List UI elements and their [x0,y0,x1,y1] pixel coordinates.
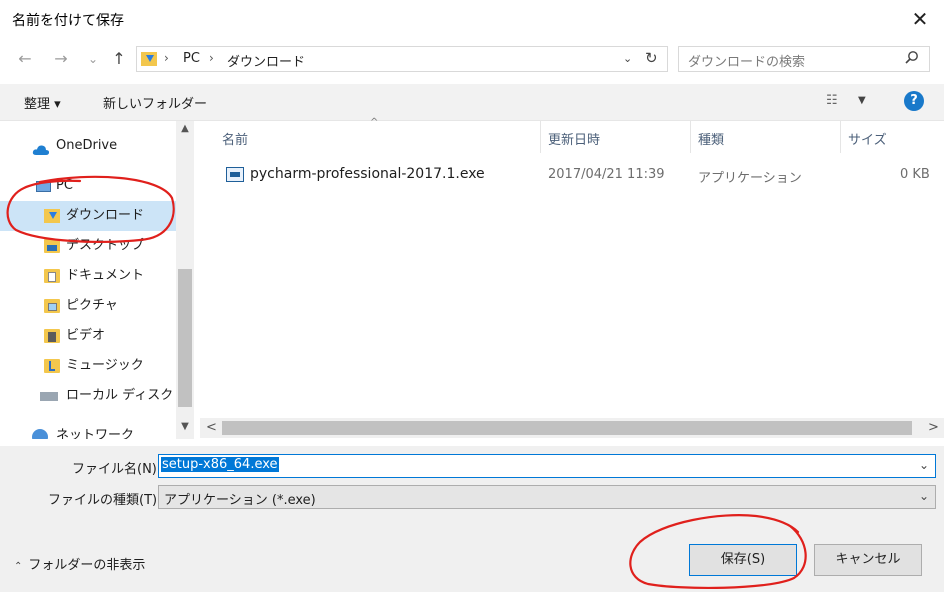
breadcrumb-separator[interactable]: › [164,51,169,65]
cancel-button[interactable]: キャンセル [814,544,922,576]
sidebar-item-videos[interactable]: ビデオ [0,321,176,351]
documents-folder-icon [44,269,60,283]
scroll-thumb[interactable] [178,269,192,407]
sidebar-item-label: ローカル ディスク (C [66,388,192,403]
sidebar-item-label: ドキュメント [66,268,145,283]
navigation-pane: OneDrive PC ダウンロード デスクトップ ドキュメント ピクチャ ビデ… [0,121,196,439]
sidebar-scrollbar[interactable]: ▲ ▼ [176,121,194,439]
videos-folder-icon [44,329,60,343]
sidebar-item-onedrive[interactable]: OneDrive [0,131,176,161]
column-divider[interactable] [690,121,691,153]
pictures-folder-icon [44,299,60,313]
filetype-label: ファイルの種類(T): [48,493,162,508]
sidebar-item-network[interactable]: ネットワーク [0,421,176,439]
scroll-left-icon[interactable]: < [206,420,217,435]
application-file-icon [226,167,244,182]
sidebar-item-label: ネットワーク [56,428,135,439]
new-folder-button[interactable]: 新しいフォルダー [103,93,207,112]
column-header-name[interactable]: 名前 [222,129,248,148]
sidebar-item-label: ビデオ [66,328,106,343]
file-row[interactable]: pycharm-professional-2017.1.exe 2017/04/… [200,161,944,189]
up-arrow-icon[interactable]: ↑ [108,46,130,72]
forward-arrow-icon[interactable]: → [50,46,72,72]
hide-folders-label: フォルダーの非表示 [28,558,146,573]
sidebar-item-label: ピクチャ [66,298,118,313]
search-box[interactable]: ダウンロードの検索 [678,46,930,72]
filetype-select[interactable]: アプリケーション (*.exe) ⌄ [158,485,936,509]
view-dropdown-icon[interactable]: ▼ [858,95,866,106]
breadcrumb-downloads[interactable]: ダウンロード [227,51,305,70]
view-options-icon[interactable]: ☷ [826,93,838,108]
filetype-value: アプリケーション (*.exe) [164,493,316,508]
filename-input[interactable]: setup-x86_64.exe [161,457,279,472]
breadcrumb-pc[interactable]: PC [183,51,200,66]
column-header-modified[interactable]: 更新日時 [548,129,600,148]
local-disk-icon [40,392,58,401]
help-icon[interactable]: ? [904,91,924,111]
sidebar-item-local-disk[interactable]: ローカル ディスク (C [0,381,192,411]
sidebar-item-desktop[interactable]: デスクトップ [0,231,176,261]
file-modified: 2017/04/21 11:39 [548,167,665,182]
sidebar-item-label: OneDrive [56,138,118,153]
search-icon[interactable] [905,50,919,68]
file-list: ^ 名前 更新日時 種類 サイズ pycharm-professional-20… [200,117,944,439]
column-header-size[interactable]: サイズ [848,129,887,148]
close-icon[interactable]: ✕ [906,6,934,32]
file-list-horizontal-scrollbar[interactable]: < > [200,418,944,438]
column-divider[interactable] [540,121,541,153]
file-type: アプリケーション [698,171,802,186]
sidebar-item-label: デスクトップ [66,238,145,253]
save-form: ファイル名(N): setup-x86_64.exe ⌄ ファイルの種類(T):… [0,446,944,592]
sidebar-item-documents[interactable]: ドキュメント [0,261,176,291]
music-folder-icon [44,359,60,373]
title-bar: 名前を付けて保存 ✕ [0,0,944,38]
sidebar-item-pc[interactable]: PC [0,171,176,201]
address-bar[interactable]: › PC › ダウンロード ⌄ ↻ [136,46,668,72]
search-input[interactable]: ダウンロードの検索 [688,51,805,70]
sidebar-item-label: ミュージック [66,358,144,373]
downloads-folder-icon [141,52,157,66]
address-dropdown-icon[interactable]: ⌄ [623,52,632,65]
organize-menu-button[interactable]: 整理 ▾ [24,93,61,112]
file-name: pycharm-professional-2017.1.exe [250,166,485,182]
save-button[interactable]: 保存(S) [689,544,797,576]
sidebar-item-downloads[interactable]: ダウンロード [0,201,176,231]
command-bar: 整理 ▾ 新しいフォルダー ☷ ▼ ? [0,84,944,121]
scroll-down-icon[interactable]: ▼ [176,421,194,432]
chevron-down-icon[interactable]: ⌄ [919,458,929,472]
filename-label: ファイル名(N): [72,462,162,477]
refresh-icon[interactable]: ↻ [645,49,658,67]
chevron-up-icon: ⌃ [14,561,23,572]
sidebar-item-label: ダウンロード [66,208,145,223]
pc-icon [36,181,51,192]
scroll-thumb[interactable] [222,421,912,435]
back-arrow-icon[interactable]: ← [14,46,36,72]
column-divider[interactable] [840,121,841,153]
sidebar-item-label: PC [56,178,73,193]
sidebar-item-music[interactable]: ミュージック [0,351,176,381]
desktop-folder-icon [44,239,60,253]
file-size: 0 KB [900,167,930,182]
chevron-down-icon[interactable]: ⌄ [919,489,929,503]
sidebar-item-pictures[interactable]: ピクチャ [0,291,176,321]
recent-locations-icon[interactable]: ⌄ [82,46,104,72]
filename-field[interactable]: setup-x86_64.exe ⌄ [158,454,936,478]
onedrive-cloud-icon [32,139,50,155]
downloads-folder-icon [44,209,60,223]
window-title: 名前を付けて保存 [12,13,124,29]
hide-folders-toggle[interactable]: ⌃ フォルダーの非表示 [14,554,145,573]
network-icon [32,429,48,439]
scroll-up-icon[interactable]: ▲ [176,123,194,134]
scroll-right-icon[interactable]: > [928,420,939,435]
breadcrumb-separator[interactable]: › [209,51,214,65]
column-header-type[interactable]: 種類 [698,129,724,148]
sort-ascending-icon: ^ [370,117,379,128]
